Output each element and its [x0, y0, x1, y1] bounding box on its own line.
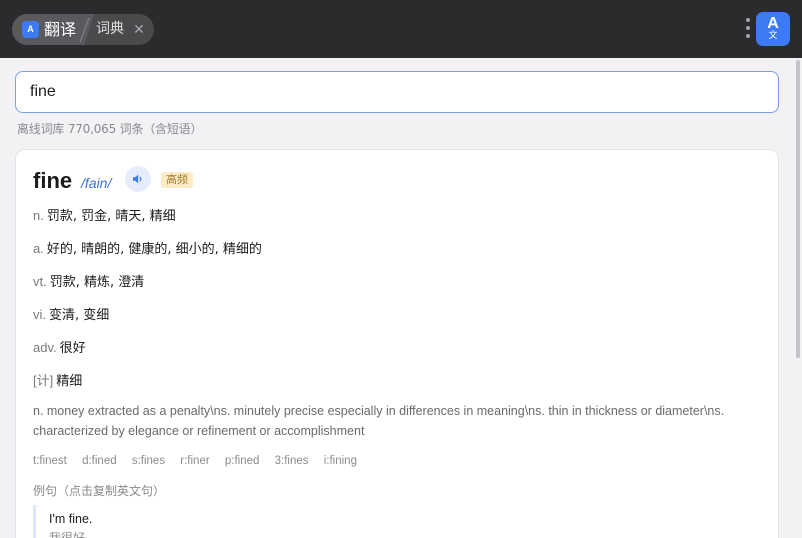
- definition-row: vi. 变清, 变细: [33, 306, 109, 324]
- frequency-badge: 高频: [161, 172, 193, 188]
- word-form: r:finer: [180, 455, 210, 467]
- word-form: p:fined: [224, 455, 260, 467]
- tab-dictionary-label[interactable]: 词典: [96, 21, 124, 38]
- definition-pos: [计]: [33, 373, 54, 388]
- app-logo-icon[interactable]: A 文: [756, 12, 790, 46]
- more-menu-icon[interactable]: [742, 16, 754, 40]
- tab-group: A 翻译 词典 ✕: [12, 14, 154, 45]
- definition-pos: vt.: [33, 274, 47, 289]
- scrollbar-thumb[interactable]: [796, 60, 800, 358]
- definition-row: adv. 很好: [33, 339, 86, 357]
- word-form: s:fines: [131, 455, 166, 467]
- logo-char: 文: [768, 31, 778, 41]
- speaker-icon: [133, 174, 142, 184]
- dictionary-info: 离线词库 770,065 词条（含短语）: [17, 122, 203, 136]
- definition-text: 变清, 变细: [49, 308, 110, 323]
- definition-text: 精细: [56, 374, 83, 389]
- english-definition: n. money extracted as a penalty\ns. minu…: [33, 404, 725, 438]
- entry-phonetic: /fain/: [81, 175, 112, 191]
- examples-label: 例句（点击复制英文句）: [33, 484, 166, 498]
- example-english[interactable]: I'm fine.: [49, 511, 92, 527]
- definition-text: 罚款, 精炼, 澄清: [49, 275, 145, 290]
- search-box[interactable]: [15, 71, 779, 113]
- word-form: t:finest: [33, 455, 67, 467]
- dictionary-entry-card: fine /fain/ 高频 n. 罚款, 罚金, 晴天, 精细 a. 好的, 晴朗…: [15, 149, 779, 538]
- definition-row: n. 罚款, 罚金, 晴天, 精细: [33, 207, 176, 225]
- search-input[interactable]: [30, 82, 730, 102]
- definition-text: 罚款, 罚金, 晴天, 精细: [46, 209, 176, 224]
- definition-text: 好的, 晴朗的, 健康的, 细小的, 精细的: [46, 242, 262, 257]
- definition-pos: vi.: [33, 307, 46, 322]
- word-form: 3:fines: [274, 455, 309, 467]
- definition-pos: a.: [33, 241, 44, 256]
- main-content: 离线词库 770,065 词条（含短语） fine /fain/ 高频 n.罚款…: [0, 58, 794, 538]
- tab-translate-label[interactable]: 翻译: [44, 20, 76, 39]
- example-sentence[interactable]: I'm fine. 我很好。: [33, 505, 333, 538]
- example-chinese: 我很好。: [49, 531, 98, 538]
- definition-pos: n.: [33, 208, 44, 223]
- entry-word: fine: [33, 168, 73, 193]
- definition-row: vt. 罚款, 精炼, 澄清: [33, 273, 144, 291]
- definition-pos: adv.: [33, 340, 57, 355]
- title-bar: A 翻译 词典 ✕ A 文: [0, 0, 802, 58]
- close-icon[interactable]: ✕: [131, 20, 147, 38]
- word-forms: t:finest d:fined s:fines r:finer p:fined…: [33, 453, 369, 469]
- word-form: i:fining: [323, 455, 357, 467]
- definition-row: a. 好的, 晴朗的, 健康的, 细小的, 精细的: [33, 240, 262, 258]
- word-form: d:fined: [82, 455, 117, 467]
- definition-text: 很好: [59, 341, 86, 356]
- definition-row: [计] 精细: [33, 372, 82, 390]
- pronounce-button[interactable]: [125, 166, 151, 192]
- translate-icon: A: [22, 21, 39, 38]
